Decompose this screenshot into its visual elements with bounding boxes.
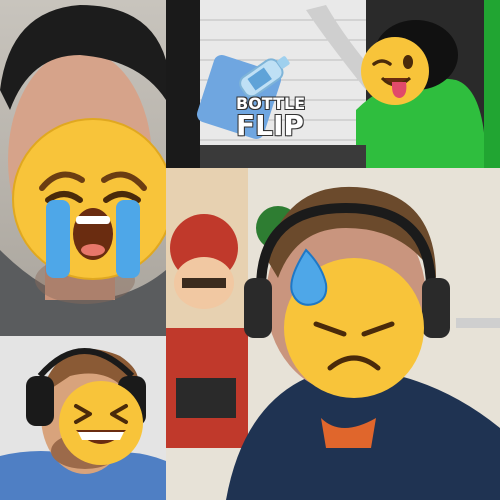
flip-text: FLIP [236,109,304,142]
bottle-flip-text: BOTTLE FLIP [236,96,316,140]
grinning-squinting-face-icon [58,380,144,466]
photo-collage: BOTTLE FLIP [0,0,500,500]
crying-face-icon [12,118,174,280]
downcast-sweat-face-icon [278,248,430,400]
winking-tongue-face-icon [360,36,430,106]
